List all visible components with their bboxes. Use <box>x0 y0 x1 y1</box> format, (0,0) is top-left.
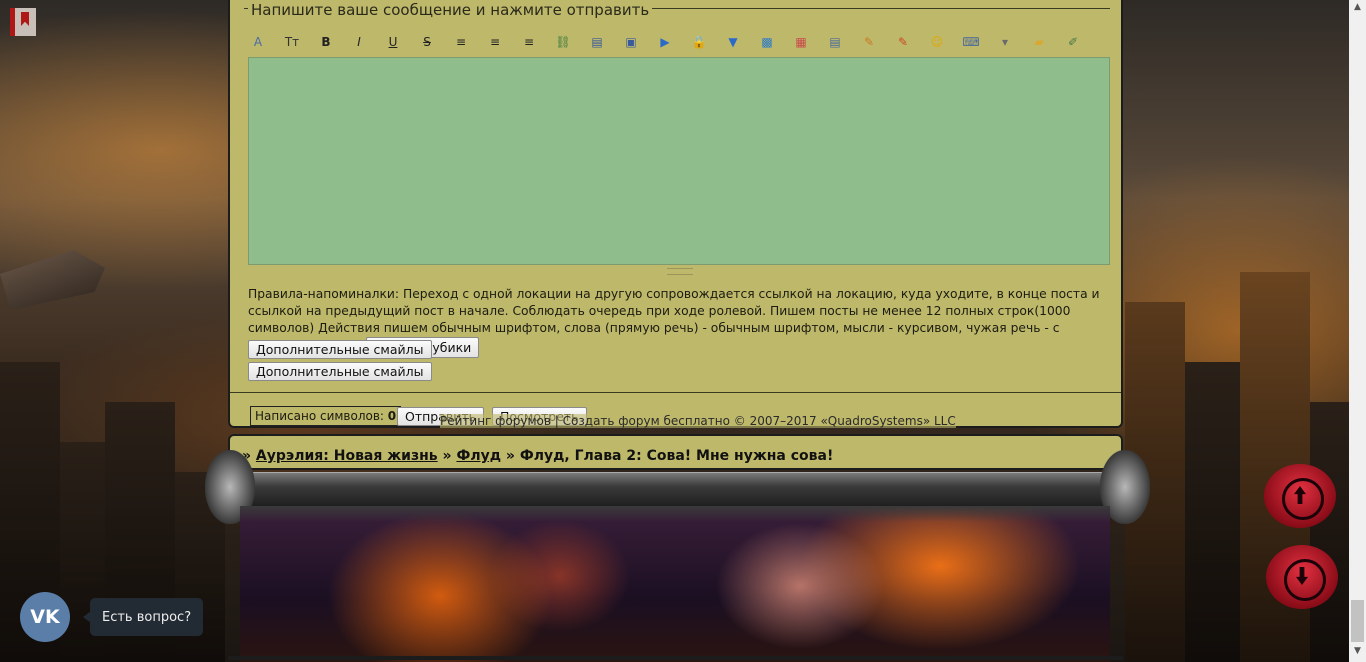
font-size-icon[interactable]: Tт <box>282 32 302 52</box>
scrollbar-up-arrow-icon[interactable]: ▲ <box>1351 2 1364 15</box>
scrollbar-down-arrow-icon[interactable]: ▼ <box>1351 646 1364 659</box>
book-icon[interactable]: ▤ <box>587 32 607 52</box>
form-divider <box>230 392 1121 393</box>
marker-icon[interactable]: ✎ <box>893 32 913 52</box>
link-icon[interactable]: ⛓ <box>553 32 573 52</box>
align-left-icon[interactable]: ≡ <box>451 32 471 52</box>
banner-shadow <box>240 506 1110 522</box>
breadcrumb-separator: » <box>442 448 452 464</box>
footer-links: Рейтинг форумов | Создать форум бесплатн… <box>440 414 956 428</box>
bookmark-icon[interactable] <box>10 8 36 36</box>
background-scenery <box>1310 402 1350 662</box>
quote-icon[interactable]: ▼ <box>723 32 743 52</box>
footer-separator: | <box>554 414 559 428</box>
char-counter: Написано символов: 0 <box>250 406 402 426</box>
forum-rating-link[interactable]: Рейтинг форумов <box>440 414 551 428</box>
footer-banner-art <box>240 506 1110 662</box>
pencil-icon[interactable]: ✎ <box>859 32 879 52</box>
extra-smiles-button-2[interactable]: Дополнительные смайлы <box>248 362 432 381</box>
font-color-icon[interactable]: A <box>248 32 268 52</box>
vk-question-tooltip[interactable]: Есть вопрос? <box>82 598 204 636</box>
spaceship-image <box>0 250 105 310</box>
image-icon[interactable]: ▣ <box>621 32 641 52</box>
breadcrumb-forum-link[interactable]: Аурэлия: Новая жизнь <box>256 448 438 464</box>
arrow-up-icon <box>1282 478 1324 520</box>
arrow-down-icon <box>1284 559 1326 601</box>
breadcrumb: » Аурэлия: Новая жизнь » Флуд » Флуд, Гл… <box>242 448 833 464</box>
color-palette-icon[interactable]: ▦ <box>791 32 811 52</box>
scroll-up-button[interactable] <box>1264 464 1336 528</box>
char-counter-label: Написано символов: <box>255 409 384 423</box>
vk-logo-icon: VK <box>30 606 60 628</box>
extra-smiles-button[interactable]: Дополнительные смайлы <box>248 340 432 359</box>
char-counter-value: 0 <box>387 409 397 423</box>
bottom-border <box>228 656 1123 660</box>
align-center-icon[interactable]: ≡ <box>485 32 505 52</box>
breadcrumb-section-link[interactable]: Флуд <box>456 448 501 464</box>
video-icon[interactable]: ▶ <box>655 32 675 52</box>
smiley-icon[interactable]: ☺ <box>927 32 947 52</box>
breadcrumb-topic: Флуд, Глава 2: Сова! Мне нужна сова! <box>519 448 834 464</box>
align-right-icon[interactable]: ≡ <box>519 32 539 52</box>
post-form-panel: Напишите ваше сообщение и нажмите отправ… <box>228 0 1123 428</box>
italic-icon[interactable]: I <box>349 32 369 52</box>
decorative-metal-bar <box>230 472 1122 507</box>
create-forum-link[interactable]: Создать форум бесплатно <box>563 414 730 428</box>
scrollbar-thumb[interactable] <box>1351 600 1364 642</box>
textarea-resize-handle[interactable] <box>667 268 693 275</box>
form-legend: Напишите ваше сообщение и нажмите отправ… <box>248 1 653 19</box>
edit-icon[interactable]: ✐ <box>1063 32 1083 52</box>
scroll-down-button[interactable] <box>1266 545 1338 609</box>
table-icon[interactable]: ▤ <box>825 32 845 52</box>
breadcrumb-bar: » Аурэлия: Новая жизнь » Флуд » Флуд, Гл… <box>228 434 1123 470</box>
message-textarea[interactable] <box>248 57 1110 265</box>
bold-icon[interactable]: B <box>316 32 336 52</box>
vk-chat-button[interactable]: VK <box>20 592 70 642</box>
strikethrough-icon[interactable]: S <box>417 32 437 52</box>
underline-icon[interactable]: U <box>383 32 403 52</box>
keyboard-icon[interactable]: ⌨ <box>961 32 981 52</box>
copyright-text: © 2007–2017 «QuadroSystems» LLC <box>733 414 956 428</box>
dropdown-icon[interactable]: ▾ <box>995 32 1015 52</box>
background-scenery <box>1185 362 1240 662</box>
lock-icon[interactable]: 🔒 <box>689 32 709 52</box>
folder-icon[interactable]: ▰ <box>1029 32 1049 52</box>
breadcrumb-separator: » <box>505 448 515 464</box>
code-icon[interactable]: ▩ <box>757 32 777 52</box>
page-scrollbar[interactable] <box>1349 0 1366 662</box>
